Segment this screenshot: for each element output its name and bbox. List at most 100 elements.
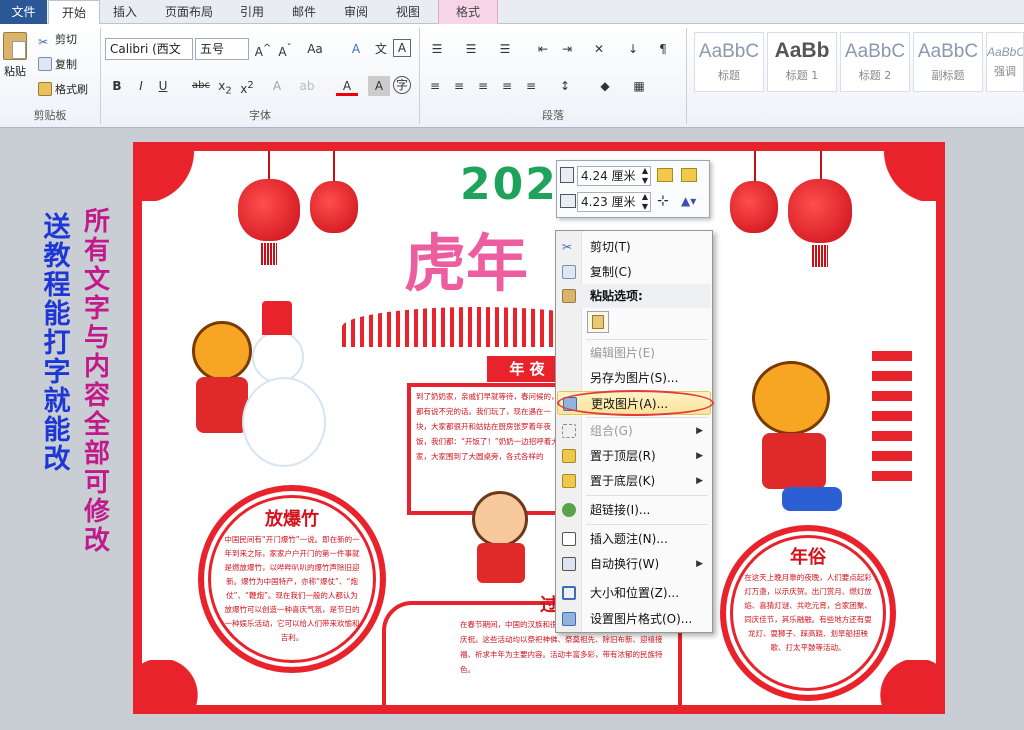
firecracker-string [872,351,912,491]
menu-separator [586,524,708,525]
decrease-indent-icon[interactable]: ⇤ [532,39,554,59]
align-center-icon[interactable]: ≡ [448,76,470,96]
poster-image[interactable]: 202 虎年 年 夜 到了奶奶家，亲戚们早就等待，春问候的，都有说不完的话。我们… [133,142,945,714]
corner-ornament [866,151,936,201]
multilevel-list-icon[interactable]: ☰ [494,39,516,59]
change-case-icon[interactable]: Aa [304,39,326,59]
menu-item-send-to-back[interactable]: 置于底层(K) ▶ [557,469,711,493]
style-emphasis[interactable]: AaBbC 强调 [986,32,1024,92]
submenu-arrow-icon: ▶ [696,426,703,436]
left-circle-title: 放爆竹 [265,509,319,530]
text-effects-icon[interactable]: A [266,76,288,96]
font-name-select[interactable]: Calibri (西文 [105,38,193,60]
numbering-icon[interactable]: ☰ [460,39,482,59]
bring-forward-icon[interactable] [657,168,673,182]
strikethrough-icon[interactable]: abc [190,76,212,96]
style-heading-2[interactable]: AaBbC 标题 2 [840,32,910,92]
tab-home[interactable]: 开始 [48,0,100,25]
menu-item-text-wrapping[interactable]: 自动换行(W) ▶ [557,552,711,576]
show-marks-icon[interactable]: ¶ [652,39,674,59]
tab-format[interactable]: 格式 [438,0,498,24]
lantern-string [820,151,822,181]
enclose-char-icon[interactable]: 字 [393,76,411,94]
height-spinner[interactable]: ▲ ▼ [639,166,651,186]
align-left-icon[interactable]: ≡ [424,76,446,96]
cut-label: 剪切 [55,33,77,46]
menu-separator [586,495,708,496]
caption-icon [562,532,576,546]
menu-item-format-picture[interactable]: 设置图片格式(O)... [557,607,711,631]
chinese-layout-icon[interactable]: ✕ [588,39,610,59]
submenu-arrow-icon: ▶ [696,559,703,569]
tab-page-layout[interactable]: 页面布局 [156,0,222,24]
font-size-select[interactable]: 五号 [195,38,249,60]
tiger-body [762,433,826,489]
highlight-icon[interactable]: ab [296,76,318,96]
italic-icon[interactable]: I [130,76,152,96]
menu-item-bring-to-front[interactable]: 置于顶层(R) ▶ [557,444,711,468]
style-heading-1[interactable]: AaBb 标题 1 [767,32,837,92]
tab-mailings[interactable]: 邮件 [282,0,326,24]
lantern-icon [788,179,852,243]
send-backward-icon[interactable] [681,168,697,182]
sort-icon[interactable]: ↓ [622,39,644,59]
menu-item-insert-caption[interactable]: 插入题注(N)... [557,527,711,551]
copy-button[interactable]: 复制 [38,57,77,73]
distributed-icon[interactable]: ≡ [520,76,542,96]
brush-icon [38,82,52,96]
context-menu: ✂ 剪切(T) 复制(C) 粘贴选项: 编辑图片(E) 另存为图片(S)... 更… [555,230,713,633]
tiger-body [196,377,248,433]
subscript-icon[interactable]: x2 [214,76,236,96]
tab-review[interactable]: 审阅 [334,0,378,24]
superscript-icon[interactable]: x2 [236,76,258,96]
paste-icon [562,289,576,303]
copy-icon [38,57,52,71]
paste-button[interactable]: 粘贴 [2,32,28,80]
tab-view[interactable]: 视图 [386,0,430,24]
rotate-icon[interactable]: ▲▾ [681,194,696,208]
snowman-head [252,331,304,383]
menu-item-cut[interactable]: ✂ 剪切(T) [557,235,711,259]
increase-indent-icon[interactable]: ⇥ [556,39,578,59]
paragraph-group-label: 段落 [542,109,564,122]
crop-icon[interactable]: ⊹ [657,194,669,208]
underline-icon[interactable]: U [152,76,174,96]
lantern-string [333,151,335,183]
bullets-icon[interactable]: ☰ [426,39,448,59]
paste-keep-source-icon[interactable] [587,311,609,333]
width-spinner[interactable]: ▲ ▼ [639,192,651,212]
paste-label: 粘贴 [4,65,26,78]
char-border-icon[interactable]: A [393,39,411,57]
shrink-font-icon[interactable]: Aˇ [274,39,296,59]
shading-icon[interactable]: ◆ [594,76,616,96]
font-color-icon[interactable]: A [336,76,358,96]
clear-format-icon[interactable]: A [345,39,367,59]
tab-insert[interactable]: 插入 [104,0,146,24]
char-shading-icon[interactable]: A [368,76,390,96]
borders-icon[interactable]: ▦ [628,76,650,96]
grow-font-icon[interactable]: A^ [252,39,274,59]
line-spacing-icon[interactable]: ↕ [554,76,576,96]
tab-file[interactable]: 文件 [0,0,47,24]
menu-item-hyperlink[interactable]: 超链接(I)... [557,498,711,522]
ribbon-tabs: 文件 开始 插入 页面布局 引用 邮件 审阅 视图 格式 [0,0,1024,25]
left-circle-card: 放爆竹 中国民间有“开门爆竹”一说。即在新的一年到来之际，家家户户开门的第一件事… [198,485,386,673]
style-title[interactable]: AaBbC 标题 [694,32,764,92]
format-painter-button[interactable]: 格式刷 [38,82,88,98]
height-icon [560,167,574,183]
menu-item-size-position[interactable]: 大小和位置(Z)... [557,581,711,605]
menu-item-save-as-picture[interactable]: 另存为图片(S)... [557,366,711,390]
style-subtitle[interactable]: AaBbC 副标题 [913,32,983,92]
picture-size-toolbar: 4.24 厘米 ▲ ▼ 4.23 厘米 ▲ ▼ ⊹ ▲▾ [556,160,710,218]
align-right-icon[interactable]: ≡ [472,76,494,96]
tab-references[interactable]: 引用 [230,0,274,24]
copy-label: 复制 [55,58,77,71]
phonetic-icon[interactable]: 文 [370,39,392,59]
bold-icon[interactable]: B [106,76,128,96]
tiger-illustration-left [192,321,252,381]
menu-item-copy[interactable]: 复制(C) [557,260,711,284]
hyperlink-icon [562,503,576,517]
cut-button[interactable]: ✂ 剪切 [38,32,77,49]
justify-icon[interactable]: ≡ [496,76,518,96]
lantern-tassel [812,245,828,267]
